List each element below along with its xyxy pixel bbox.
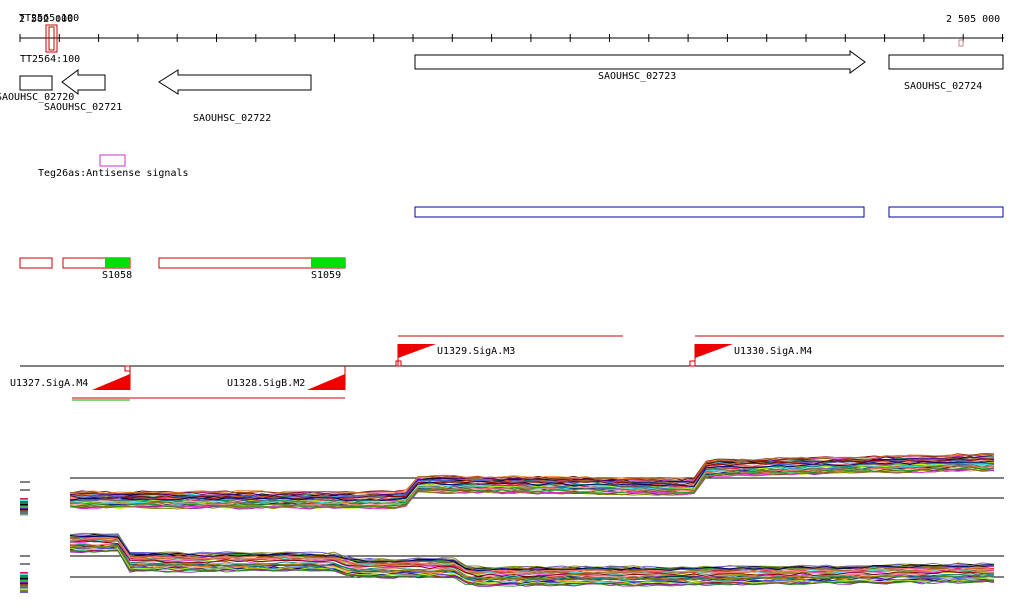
- legend-swatch: [20, 572, 28, 574]
- blue-transcript-track: [414, 206, 1004, 218]
- gene-track: SAOUHSC_02720 SAOUHSC_02721 SAOUHSC_0272…: [0, 50, 1004, 124]
- probe-line: [69, 456, 995, 497]
- small-terminator-marker[interactable]: [958, 39, 964, 47]
- legend-swatch: [20, 584, 28, 586]
- gene-label: SAOUHSC_02723: [598, 71, 676, 82]
- promoter-label: U1328.SigB.M2: [227, 378, 305, 389]
- gene-saouhsc-02722[interactable]: SAOUHSC_02722: [158, 69, 312, 124]
- gene-saouhsc-02723[interactable]: SAOUHSC_02723: [414, 50, 866, 82]
- legend-swatch: [20, 581, 28, 583]
- antisense-label: Teg26as:Antisense signals: [38, 168, 189, 179]
- legend-swatch: [20, 579, 28, 581]
- transcript-region[interactable]: [414, 206, 865, 218]
- legend-swatch: [20, 502, 28, 504]
- gene-label: SAOUHSC_02724: [904, 81, 982, 92]
- promoter-u1329[interactable]: U1329.SigA.M3: [395, 335, 623, 367]
- promoter-u1327[interactable]: U1327.SigA.M4: [10, 365, 131, 401]
- legend-swatch: [20, 578, 28, 580]
- gene-label: SAOUHSC_02721: [44, 102, 122, 113]
- segment-box[interactable]: [19, 257, 53, 269]
- legend-swatch: [20, 582, 28, 584]
- promoter-track: U1327.SigA.M4 U1328.SigB.M2 U1329.SigA.M…: [10, 335, 1004, 401]
- gene-saouhsc-02724[interactable]: SAOUHSC_02724: [888, 54, 1004, 92]
- legend-swatch: [20, 588, 28, 590]
- upper-axis-ticks: [20, 481, 30, 491]
- legend-swatch: [20, 576, 28, 578]
- segment-s1058-highlight[interactable]: [105, 258, 130, 268]
- upper-probe-lines: [69, 453, 995, 510]
- legend-swatch: [20, 498, 28, 500]
- gene-saouhsc-02720[interactable]: SAOUHSC_02720: [0, 75, 74, 103]
- legend-swatch: [20, 504, 28, 506]
- expression-track-lower: [20, 532, 1004, 593]
- legend-swatch: [20, 590, 28, 592]
- lower-probe-lines: [69, 532, 995, 587]
- transcript-region[interactable]: [888, 206, 1004, 218]
- ruler-end-label: 2 505 000: [946, 14, 1000, 25]
- segment-track: S1058 S1059: [19, 257, 346, 281]
- antisense-track: Teg26as:Antisense signals: [38, 154, 189, 179]
- promoter-label: U1329.SigA.M3: [437, 346, 515, 357]
- segment-s1059-label: S1059: [311, 270, 341, 281]
- legend-swatch: [20, 505, 28, 507]
- genome-browser-canvas: 2 502 000 TT2565:100 2 505 000 TT2564:10…: [0, 13, 1004, 593]
- legend-swatch: [20, 514, 28, 516]
- legend-swatch: [20, 585, 28, 587]
- gene-label: SAOUHSC_02722: [193, 113, 271, 124]
- ruler-start-overlay-label: TT2565:100: [19, 13, 79, 24]
- legend-swatch: [20, 573, 28, 575]
- legend-swatch: [20, 513, 28, 515]
- promoter-u1330[interactable]: U1330.SigA.M4: [689, 335, 1004, 367]
- antisense-signal[interactable]: [99, 154, 126, 167]
- legend-swatch: [20, 575, 28, 577]
- expression-track-upper: [20, 453, 1004, 516]
- tt2564-label: TT2564:100: [20, 54, 80, 65]
- lower-legend-swatches: [20, 572, 28, 593]
- promoter-label: U1327.SigA.M4: [10, 378, 88, 389]
- legend-swatch: [20, 587, 28, 589]
- legend-swatch: [20, 510, 28, 512]
- legend-swatch: [20, 591, 28, 593]
- legend-swatch: [20, 501, 28, 503]
- promoter-u1328[interactable]: U1328.SigB.M2: [130, 366, 346, 399]
- legend-swatch: [20, 508, 28, 510]
- segment-s1059-highlight[interactable]: [311, 258, 345, 268]
- segment-s1058-label: S1058: [102, 270, 132, 281]
- promoter-label: U1330.SigA.M4: [734, 346, 812, 357]
- lower-axis-ticks: [20, 555, 30, 565]
- legend-swatch: [20, 511, 28, 513]
- legend-swatch: [20, 507, 28, 509]
- legend-swatch: [20, 499, 28, 501]
- upper-legend-swatches: [20, 498, 28, 516]
